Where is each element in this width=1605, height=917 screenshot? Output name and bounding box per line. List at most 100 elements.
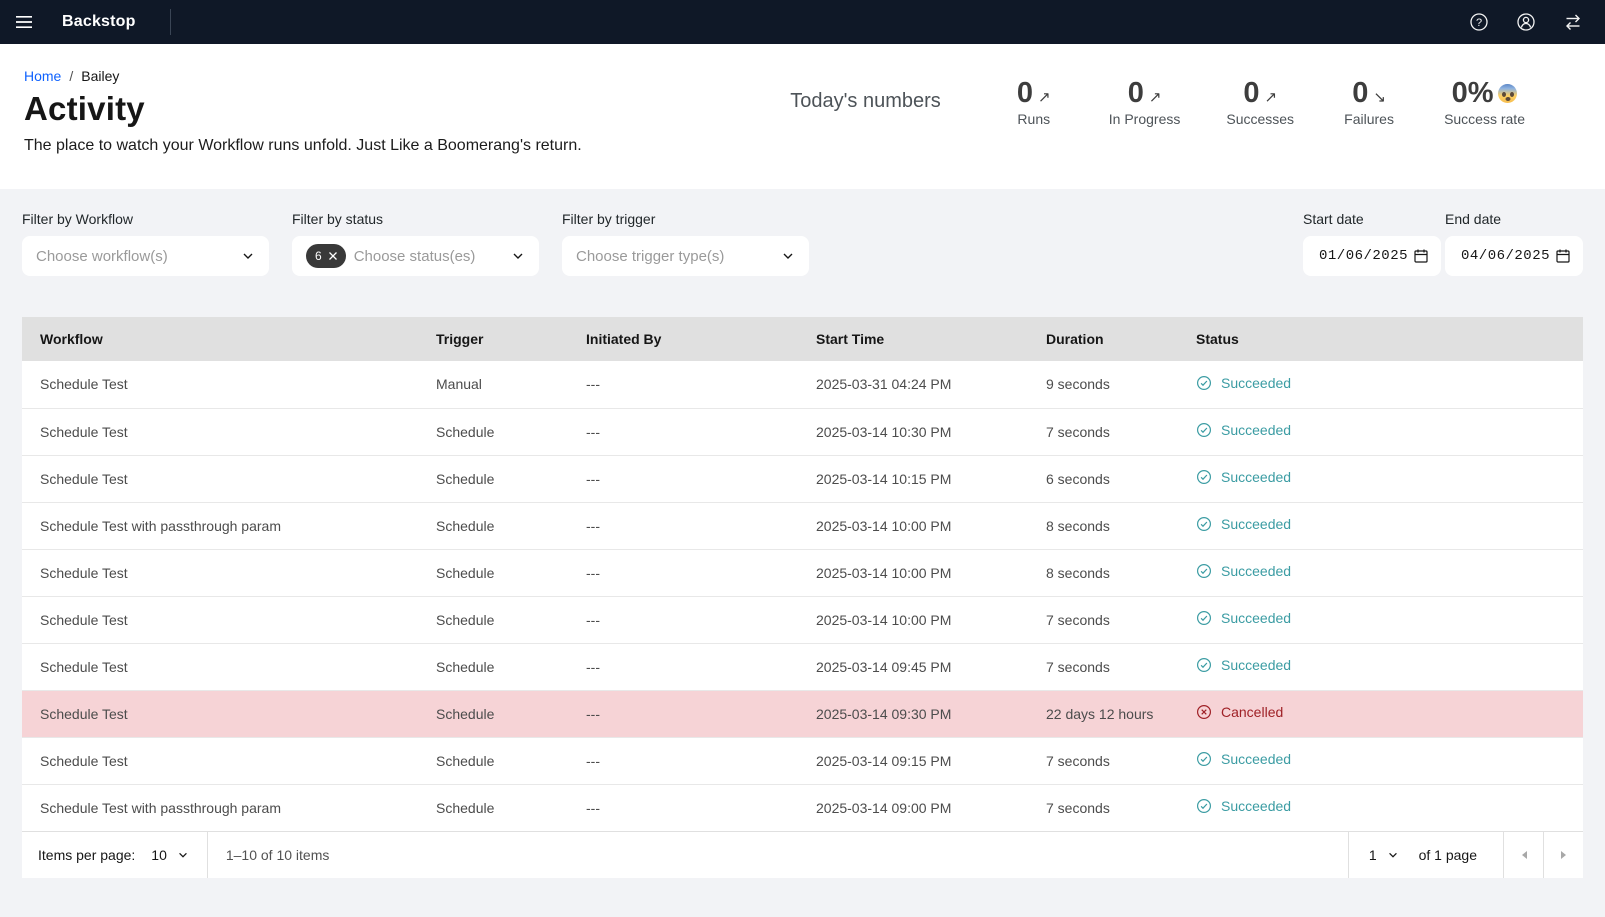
calendar-icon[interactable]	[1413, 248, 1429, 264]
help-button[interactable]: ?	[1457, 0, 1501, 44]
trigger-filter-select[interactable]: Choose trigger type(s)	[562, 236, 809, 276]
cell-trigger: Schedule	[420, 455, 570, 502]
start-date-input[interactable]: 01/06/2025	[1303, 236, 1441, 276]
stat-successes-value: 0	[1243, 78, 1259, 108]
check-circle-icon	[1196, 422, 1212, 438]
cell-duration: 7 seconds	[1030, 784, 1180, 831]
workflow-filter-select[interactable]: Choose workflow(s)	[22, 236, 269, 276]
status-label: Succeeded	[1221, 610, 1291, 626]
status-badge: Cancelled	[1196, 704, 1283, 720]
table-row[interactable]: Schedule Test Schedule --- 2025-03-14 09…	[22, 690, 1583, 737]
end-date-value: 04/06/2025	[1461, 248, 1555, 264]
clear-status-filter-button[interactable]	[324, 247, 342, 265]
check-circle-icon	[1196, 657, 1212, 673]
user-button[interactable]	[1504, 0, 1548, 44]
cell-duration: 9 seconds	[1030, 361, 1180, 408]
start-date-value: 01/06/2025	[1319, 248, 1413, 264]
cell-trigger: Schedule	[420, 643, 570, 690]
table-row[interactable]: Schedule Test Manual --- 2025-03-31 04:2…	[22, 361, 1583, 408]
menu-button[interactable]	[0, 0, 48, 44]
table-row[interactable]: Schedule Test Schedule --- 2025-03-14 10…	[22, 596, 1583, 643]
trend-up-icon: ↗	[1038, 78, 1051, 106]
items-per-page-select[interactable]: 10	[149, 832, 207, 878]
trend-down-icon: ↘	[1373, 78, 1386, 106]
breadcrumb-home-link[interactable]: Home	[24, 68, 61, 84]
items-per-page-label: Items per page:	[38, 847, 135, 863]
cell-initiated-by: ---	[570, 596, 800, 643]
cell-status: Succeeded	[1180, 455, 1583, 502]
next-page-button[interactable]	[1543, 832, 1583, 878]
cell-duration: 8 seconds	[1030, 549, 1180, 596]
breadcrumb-current: Bailey	[81, 68, 119, 84]
table-row[interactable]: Schedule Test with passthrough param Sch…	[22, 784, 1583, 831]
chevron-down-icon	[241, 249, 255, 263]
table-row[interactable]: Schedule Test with passthrough param Sch…	[22, 502, 1583, 549]
x-circle-icon	[1196, 704, 1212, 720]
cell-status: Succeeded	[1180, 737, 1583, 784]
calendar-icon[interactable]	[1555, 248, 1571, 264]
cell-initiated-by: ---	[570, 502, 800, 549]
caret-left-icon	[1520, 850, 1528, 860]
stat-success-rate-label: Success rate	[1444, 111, 1525, 127]
help-icon: ?	[1469, 12, 1489, 32]
cell-workflow: Schedule Test	[22, 690, 420, 737]
cell-trigger: Schedule	[420, 690, 570, 737]
end-date-input[interactable]: 04/06/2025	[1445, 236, 1583, 276]
stat-runs: 0 ↗ Runs	[1005, 78, 1063, 127]
column-header-status: Status	[1180, 317, 1583, 361]
cell-trigger: Schedule	[420, 737, 570, 784]
status-filter-select[interactable]: 6 Choose status(es)	[292, 236, 539, 276]
table-row[interactable]: Schedule Test Schedule --- 2025-03-14 10…	[22, 455, 1583, 502]
cell-duration: 8 seconds	[1030, 502, 1180, 549]
previous-page-button[interactable]	[1503, 832, 1543, 878]
cell-status: Succeeded	[1180, 784, 1583, 831]
todays-numbers: Today's numbers 0 ↗ Runs 0 ↗ In Progress…	[790, 44, 1525, 189]
user-icon	[1516, 12, 1536, 32]
close-icon	[328, 251, 338, 261]
cell-status: Succeeded	[1180, 643, 1583, 690]
page-title: Activity	[24, 90, 582, 128]
status-badge: Succeeded	[1196, 563, 1291, 579]
status-label: Succeeded	[1221, 798, 1291, 814]
status-label: Succeeded	[1221, 516, 1291, 532]
cell-status: Succeeded	[1180, 549, 1583, 596]
column-header-workflow: Workflow	[22, 317, 420, 361]
table-row[interactable]: Schedule Test Schedule --- 2025-03-14 10…	[22, 408, 1583, 455]
status-badge: Succeeded	[1196, 469, 1291, 485]
stat-in-progress: 0 ↗ In Progress	[1109, 78, 1181, 127]
status-label: Succeeded	[1221, 469, 1291, 485]
hamburger-icon	[14, 12, 34, 32]
cell-initiated-by: ---	[570, 455, 800, 502]
column-header-duration: Duration	[1030, 317, 1180, 361]
cell-trigger: Schedule	[420, 596, 570, 643]
chevron-down-icon	[781, 249, 795, 263]
cell-status: Cancelled	[1180, 690, 1583, 737]
cell-initiated-by: ---	[570, 408, 800, 455]
activity-table: Workflow Trigger Initiated By Start Time…	[22, 317, 1583, 831]
pagination-range-text: 1–10 of 10 items	[208, 832, 348, 878]
cell-start-time: 2025-03-14 09:00 PM	[800, 784, 1030, 831]
table-row[interactable]: Schedule Test Schedule --- 2025-03-14 09…	[22, 643, 1583, 690]
stat-failures-label: Failures	[1344, 111, 1394, 127]
cell-trigger: Schedule	[420, 408, 570, 455]
main-content: Filter by Workflow Choose workflow(s) Fi…	[0, 189, 1605, 878]
status-label: Succeeded	[1221, 375, 1291, 391]
items-per-page-value: 10	[151, 847, 167, 863]
table-row[interactable]: Schedule Test Schedule --- 2025-03-14 09…	[22, 737, 1583, 784]
page-number-select[interactable]: 1	[1349, 832, 1419, 878]
stat-runs-label: Runs	[1017, 111, 1050, 127]
cell-trigger: Manual	[420, 361, 570, 408]
end-date-label: End date	[1445, 211, 1583, 227]
switcher-button[interactable]	[1551, 0, 1595, 44]
cell-duration: 7 seconds	[1030, 408, 1180, 455]
cell-start-time: 2025-03-14 10:00 PM	[800, 549, 1030, 596]
cell-initiated-by: ---	[570, 737, 800, 784]
table-row[interactable]: Schedule Test Schedule --- 2025-03-14 10…	[22, 549, 1583, 596]
status-badge: Succeeded	[1196, 422, 1291, 438]
filter-bar: Filter by Workflow Choose workflow(s) Fi…	[22, 189, 1583, 276]
trigger-filter-placeholder: Choose trigger type(s)	[576, 248, 781, 265]
stat-successes: 0 ↗ Successes	[1226, 78, 1294, 127]
pagination-bar: Items per page: 10 1–10 of 10 items 1 of…	[22, 831, 1583, 878]
fearful-face-emoji	[1498, 84, 1517, 103]
status-badge: Succeeded	[1196, 657, 1291, 673]
